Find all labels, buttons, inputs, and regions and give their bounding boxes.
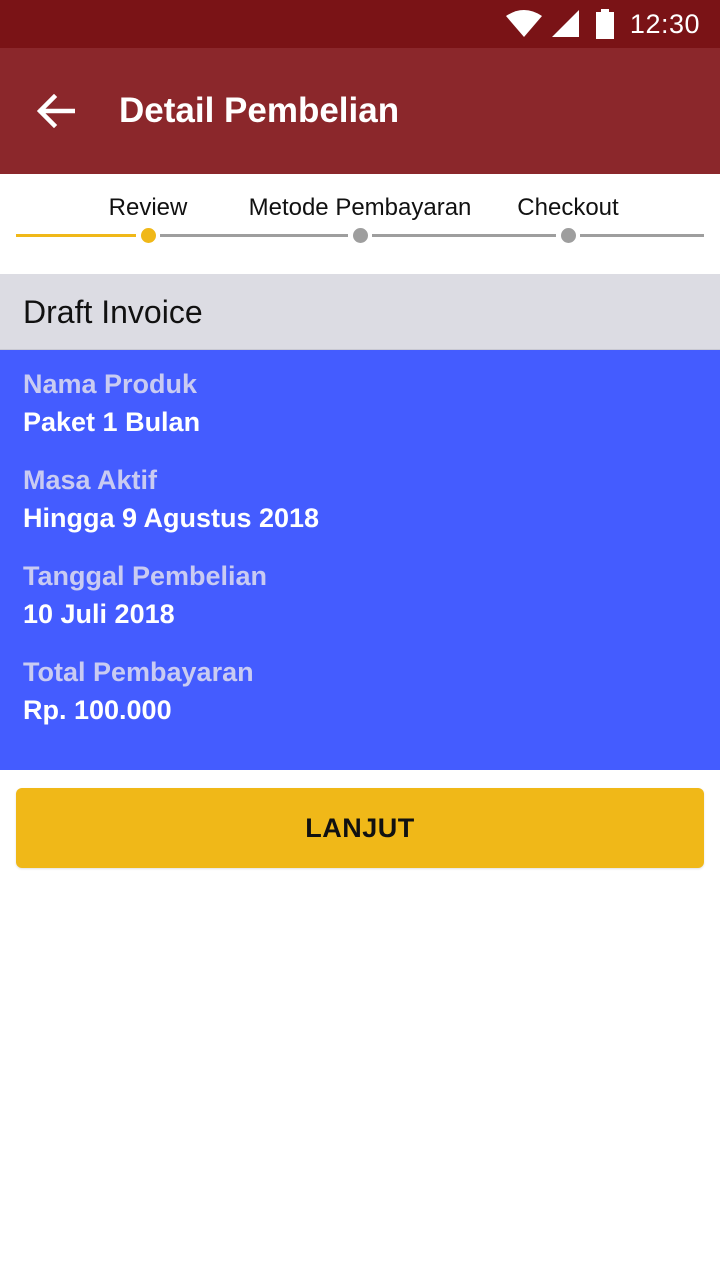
status-time: 12:30 (629, 8, 700, 39)
step-checkout-label[interactable]: Checkout (517, 194, 618, 222)
total-payment-field: Total Pembayaran Rp. 100.000 (23, 654, 254, 728)
signal-icon (551, 10, 579, 37)
step-line-completed (16, 234, 136, 237)
app-bar: Detail Pembelian (0, 48, 720, 174)
continue-button[interactable]: LANJUT (16, 788, 704, 868)
wifi-icon (505, 10, 542, 37)
invoice-title: Draft Invoice (23, 294, 203, 330)
field-value: 10 Juli 2018 (23, 599, 175, 629)
battery-icon (595, 9, 614, 39)
invoice-header: Draft Invoice (0, 274, 720, 350)
field-label: Total Pembayaran (23, 657, 254, 687)
field-value: Rp. 100.000 (23, 695, 172, 725)
progress-stepper: Review Metode Pembayaran Checkout (0, 174, 720, 274)
field-label: Masa Aktif (23, 465, 158, 495)
field-value: Hingga 9 Agustus 2018 (23, 503, 320, 533)
step-checkout-dot (560, 228, 576, 243)
page-title: Detail Pembelian (119, 91, 400, 130)
arrow-left-icon (37, 94, 75, 128)
step-line (580, 234, 704, 237)
product-name-field: Nama Produk Paket 1 Bulan (23, 366, 200, 440)
back-button[interactable] (26, 81, 86, 141)
step-line (372, 234, 556, 237)
step-payment-method-dot (352, 228, 368, 243)
purchase-date-field: Tanggal Pembelian 10 Juli 2018 (23, 558, 267, 632)
status-bar: 12:30 (0, 0, 720, 48)
field-label: Tanggal Pembelian (23, 561, 268, 591)
field-value: Paket 1 Bulan (23, 407, 201, 437)
step-review-dot (140, 228, 156, 243)
active-period-field: Masa Aktif Hingga 9 Agustus 2018 (23, 462, 319, 536)
step-review-label[interactable]: Review (109, 194, 188, 222)
field-label: Nama Produk (23, 369, 198, 399)
step-line (160, 234, 348, 237)
step-payment-method-label[interactable]: Metode Pembayaran (249, 194, 472, 222)
invoice-card: Nama Produk Paket 1 Bulan Masa Aktif Hin… (0, 350, 720, 770)
status-icons: 12:30 (505, 0, 700, 48)
